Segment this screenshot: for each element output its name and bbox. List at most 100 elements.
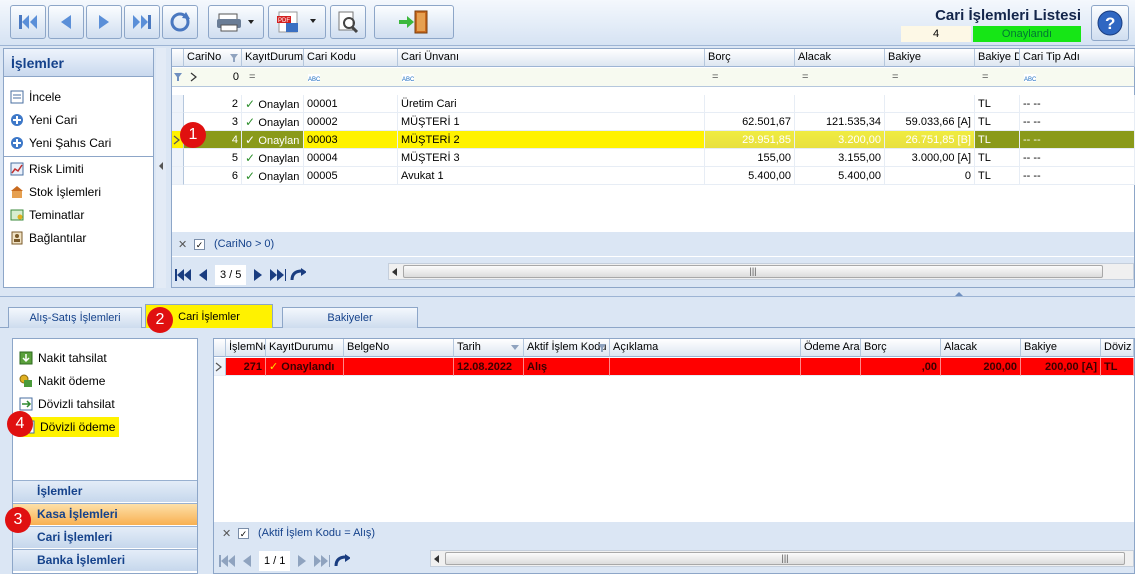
cell-unvan[interactable]: Avukat 1 xyxy=(398,167,705,185)
cell-kod[interactable]: 00003 xyxy=(304,131,398,149)
col-carino[interactable]: CariNo xyxy=(184,49,242,67)
clear-filter-icon[interactable]: ✕ xyxy=(222,527,231,540)
col-doviz[interactable]: Döviz xyxy=(1101,339,1134,357)
cell-kod[interactable]: 00002 xyxy=(304,113,398,131)
action-yeni-cari[interactable]: Yeni Cari xyxy=(9,110,77,130)
nav-refresh-button[interactable] xyxy=(334,553,351,569)
action-nakit-odeme[interactable]: Nakit ödeme xyxy=(18,371,105,391)
action-risk-limiti[interactable]: Risk Limiti xyxy=(9,159,84,179)
row-indicator[interactable] xyxy=(172,95,184,113)
filter-expression[interactable]: (Aktif İşlem Kodu = Alış) xyxy=(258,527,375,539)
cell-bakiye[interactable] xyxy=(885,95,975,113)
preview-button[interactable] xyxy=(330,5,366,39)
tab-bakiyeler[interactable]: Bakiyeler xyxy=(282,307,418,328)
cell-alacak[interactable]: 3.200,00 xyxy=(795,131,885,149)
panel-splitter[interactable] xyxy=(156,48,166,288)
cell-durum[interactable]: ✓ Onaylan xyxy=(242,95,304,113)
row-indicator[interactable] xyxy=(214,358,226,376)
cell-durum[interactable]: ✓ Onaylan xyxy=(242,167,304,185)
nav-first-button[interactable] xyxy=(175,267,191,283)
col-bakiye-doviz[interactable]: Bakiye D xyxy=(975,49,1020,67)
exit-button[interactable] xyxy=(374,5,454,39)
cell-aciklama[interactable] xyxy=(610,358,801,376)
cell-borc[interactable]: 155,00 xyxy=(705,149,795,167)
col-kayitdurumu[interactable]: KayıtDurumu xyxy=(242,49,304,67)
filter-op[interactable]: = xyxy=(889,68,909,86)
cell-alacak[interactable]: 121.535,34 xyxy=(795,113,885,131)
cell-tarih[interactable]: 12.08.2022 xyxy=(454,358,524,376)
cell-unvan[interactable]: Üretim Cari xyxy=(398,95,705,113)
scroll-thumb[interactable]: ||| xyxy=(445,552,1125,565)
col-bakiye[interactable]: Bakiye xyxy=(1021,339,1101,357)
cell-tip[interactable]: -- -- xyxy=(1020,167,1135,185)
col-tarih[interactable]: Tarih xyxy=(454,339,524,357)
collapse-arrow-icon[interactable] xyxy=(955,292,963,296)
nav-last-button[interactable] xyxy=(314,553,331,569)
col-alacak[interactable]: Alacak xyxy=(941,339,1021,357)
nav-prev-button[interactable] xyxy=(239,553,255,569)
col-belgeno[interactable]: BelgeNo xyxy=(344,339,454,357)
filter-op[interactable]: = xyxy=(979,68,999,86)
scroll-left-icon[interactable] xyxy=(392,268,397,276)
filter-enabled-checkbox[interactable]: ✓ xyxy=(194,239,205,250)
action-nakit-tahsilat[interactable]: Nakit tahsilat xyxy=(18,348,107,368)
cell-tip[interactable]: -- -- xyxy=(1020,113,1135,131)
col-alacak[interactable]: Alacak xyxy=(795,49,885,67)
nav-prev-button[interactable] xyxy=(195,267,211,283)
cell-kod[interactable]: 00001 xyxy=(304,95,398,113)
col-cari-kodu[interactable]: Cari Kodu xyxy=(304,49,398,67)
export-pdf-button[interactable]: PDF xyxy=(268,5,326,39)
cell-alacak[interactable]: 5.400,00 xyxy=(795,167,885,185)
tab-alis-satis[interactable]: Alış-Satış İşlemleri xyxy=(8,307,142,328)
cell-doviz[interactable]: TL xyxy=(1101,358,1134,376)
col-cari-tip-adi[interactable]: Cari Tip Adı xyxy=(1020,49,1135,67)
row-indicator[interactable] xyxy=(172,149,184,167)
cell-doviz[interactable]: TL xyxy=(975,113,1020,131)
filter-icon[interactable] xyxy=(598,344,606,352)
action-dovizli-tahsilat[interactable]: Dövizli tahsilat xyxy=(18,394,115,414)
section-kasa-islemleri[interactable]: Kasa İşlemleri xyxy=(13,503,197,525)
section-banka-islemleri[interactable]: Banka İşlemleri xyxy=(13,549,197,571)
cell-doviz[interactable]: TL xyxy=(975,95,1020,113)
cell-tip[interactable]: -- -- xyxy=(1020,95,1135,113)
filter-expression[interactable]: (CariNo > 0) xyxy=(214,238,274,250)
cell-durum[interactable]: ✓ Onaylandı xyxy=(266,358,344,376)
cell-bakiye[interactable]: 59.033,66 [A] xyxy=(885,113,975,131)
prev-record-button[interactable] xyxy=(48,5,84,39)
action-incele[interactable]: İncele xyxy=(9,87,61,107)
action-stok-islemleri[interactable]: Stok İşlemleri xyxy=(9,182,101,202)
cell-kod[interactable]: 00005 xyxy=(304,167,398,185)
col-kayitdurumu[interactable]: KayıtDurumu xyxy=(266,339,344,357)
cell-alacak[interactable]: 200,00 xyxy=(941,358,1021,376)
section-islemler[interactable]: İşlemler xyxy=(13,480,197,502)
col-islemno[interactable]: İşlemNo xyxy=(226,339,266,357)
cell-durum[interactable]: ✓ Onaylan xyxy=(242,113,304,131)
cell-doviz[interactable]: TL xyxy=(975,149,1020,167)
cell-bakiye[interactable]: 200,00 [A] xyxy=(1021,358,1101,376)
cell-bakiye[interactable]: 0 xyxy=(885,167,975,185)
cell-kod[interactable]: 00004 xyxy=(304,149,398,167)
cell-doviz[interactable]: TL xyxy=(975,167,1020,185)
col-aciklama[interactable]: Açıklama xyxy=(610,339,801,357)
col-cari-unvani[interactable]: Cari Ünvanı xyxy=(398,49,705,67)
cell-borc[interactable]: 29.951,85 xyxy=(705,131,795,149)
cell-unvan[interactable]: MÜŞTERİ 1 xyxy=(398,113,705,131)
col-bakiye[interactable]: Bakiye xyxy=(885,49,975,67)
filter-op[interactable]: = xyxy=(709,68,729,86)
filter-op[interactable]: = xyxy=(246,68,266,86)
filter-op[interactable]: = xyxy=(799,68,819,86)
cell-bakiye[interactable]: 3.000,00 [A] xyxy=(885,149,975,167)
clear-filter-icon[interactable]: ✕ xyxy=(178,238,187,251)
cell-doviz[interactable]: TL xyxy=(975,131,1020,149)
cell-durum[interactable]: ✓ Onaylan xyxy=(242,149,304,167)
first-record-button[interactable] xyxy=(10,5,46,39)
cell-borc[interactable]: 62.501,67 xyxy=(705,113,795,131)
top-horizontal-scrollbar[interactable]: ||| xyxy=(388,263,1134,280)
cell-carino[interactable]: 5 xyxy=(184,149,242,167)
cell-tip[interactable]: -- -- xyxy=(1020,149,1135,167)
col-borc[interactable]: Borç xyxy=(861,339,941,357)
help-button[interactable]: ? xyxy=(1091,5,1129,41)
cell-durum[interactable]: ✓ Onaylan xyxy=(242,131,304,149)
scroll-left-icon[interactable] xyxy=(434,555,439,563)
action-teminatlar[interactable]: Teminatlar xyxy=(9,205,84,225)
